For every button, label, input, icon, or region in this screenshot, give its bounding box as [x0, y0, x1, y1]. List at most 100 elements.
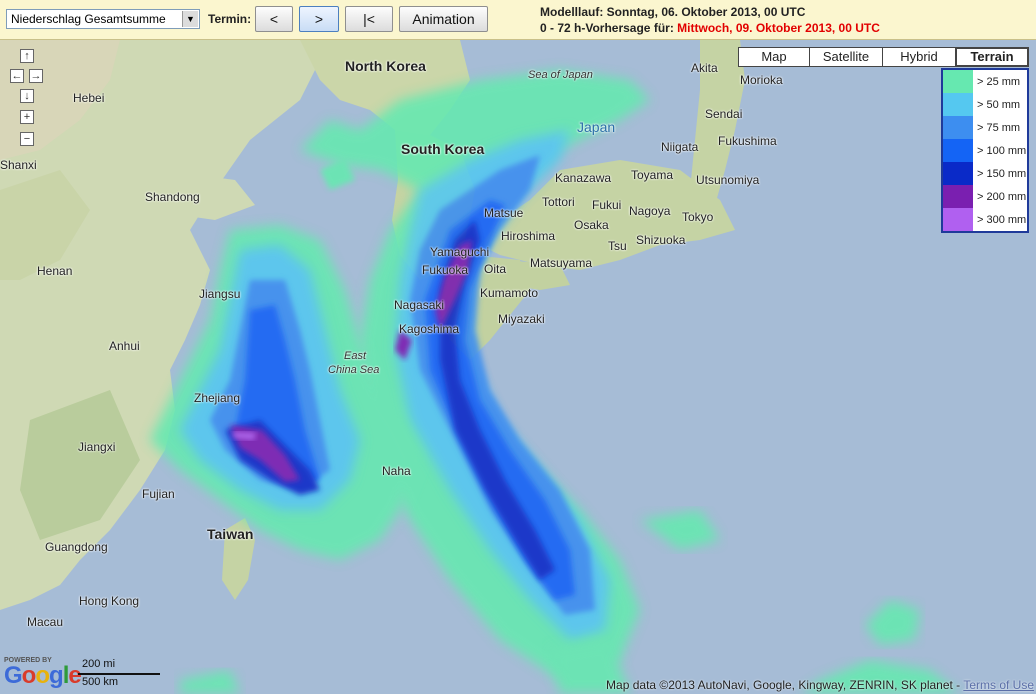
label-shandong: Shandong	[145, 190, 200, 204]
label-matsue: Matsue	[484, 206, 524, 220]
label-naha: Naha	[382, 464, 411, 478]
label-sendai: Sendai	[705, 107, 743, 121]
legend-swatch	[943, 185, 973, 208]
label-tokyo: Tokyo	[682, 210, 714, 224]
label-matsuyama: Matsuyama	[530, 256, 593, 270]
label-fukuoka: Fukuoka	[422, 263, 469, 277]
map-type-satellite[interactable]: Satellite	[809, 47, 883, 67]
scale-km: 500 km	[82, 676, 119, 688]
label-jiangxi: Jiangxi	[78, 440, 116, 454]
chevron-down-icon[interactable]: ▼	[182, 11, 198, 27]
label-fujian: Fujian	[142, 487, 175, 501]
precipitation-legend: > 25 mm > 50 mm > 75 mm > 100 mm > 150 m…	[941, 68, 1029, 233]
map-type-switcher: Map Satellite Hybrid Terrain	[738, 47, 1029, 67]
label-east-china-sea-2: China Sea	[328, 364, 380, 376]
label-tsu: Tsu	[608, 239, 627, 253]
map-type-terrain[interactable]: Terrain	[955, 47, 1029, 67]
label-fukui: Fukui	[592, 198, 622, 212]
legend-label: > 25 mm	[977, 75, 1021, 88]
model-run-text: Modelllauf: Sonntag, 06. Oktober 2013, 0…	[540, 5, 806, 19]
label-kagoshima: Kagoshima	[399, 322, 460, 336]
legend-label: > 300 mm	[977, 213, 1027, 226]
legend-row: > 25 mm	[943, 70, 1027, 93]
label-zhejiang: Zhejiang	[194, 391, 241, 405]
label-shanxi: Shanxi	[0, 158, 37, 172]
toolbar: Niederschlag Gesamtsumme ▼ Termin: < > |…	[0, 0, 1036, 40]
label-nagasaki: Nagasaki	[394, 298, 445, 312]
first-button[interactable]: |<	[345, 6, 393, 32]
zoom-out-icon[interactable]: −	[20, 132, 34, 146]
label-jiangsu: Jiangsu	[199, 287, 241, 301]
terms-of-use-link[interactable]: Terms of Use	[963, 678, 1034, 692]
legend-row: > 200 mm	[943, 185, 1027, 208]
google-wordmark: Google	[4, 662, 82, 689]
label-toyama: Toyama	[631, 168, 674, 182]
google-logo[interactable]: POWERED BY Google	[4, 657, 82, 689]
animation-button[interactable]: Animation	[399, 6, 488, 32]
legend-row: > 50 mm	[943, 93, 1027, 116]
legend-row: > 100 mm	[943, 139, 1027, 162]
legend-swatch	[943, 70, 973, 93]
map-canvas[interactable]: North Korea South Korea Japan Sea of Jap…	[0, 40, 1036, 694]
product-select-value: Niederschlag Gesamtsumme	[11, 12, 166, 26]
label-hiroshima: Hiroshima	[501, 229, 556, 243]
legend-label: > 50 mm	[977, 98, 1021, 111]
legend-row: > 300 mm	[943, 208, 1027, 231]
label-japan: Japan	[577, 119, 616, 135]
label-tottori: Tottori	[542, 195, 575, 209]
label-anhui: Anhui	[109, 339, 140, 353]
label-oita: Oita	[484, 262, 507, 276]
legend-row: > 75 mm	[943, 116, 1027, 139]
label-yamaguchi: Yamaguchi	[430, 245, 490, 259]
scale-miles: 200 mi	[82, 658, 116, 670]
label-hong-kong: Hong Kong	[79, 594, 140, 608]
label-nagoya: Nagoya	[629, 204, 671, 218]
termin-label: Termin:	[208, 12, 252, 26]
label-akita: Akita	[691, 61, 718, 75]
zoom-in-icon[interactable]: +	[20, 110, 34, 124]
legend-row: > 150 mm	[943, 162, 1027, 185]
pan-left-icon[interactable]: ←	[10, 69, 24, 83]
legend-label: > 200 mm	[977, 190, 1027, 203]
legend-swatch	[943, 139, 973, 162]
legend-swatch	[943, 93, 973, 116]
legend-label: > 75 mm	[977, 121, 1021, 134]
label-east-china-sea-1: East	[344, 350, 367, 362]
forecast-value: Mittwoch, 09. Oktober 2013, 00 UTC	[677, 21, 880, 35]
next-button[interactable]: >	[299, 6, 339, 32]
pan-up-icon[interactable]: ↑	[20, 49, 34, 63]
legend-swatch	[943, 208, 973, 231]
legend-label: > 150 mm	[977, 167, 1027, 180]
label-morioka: Morioka	[740, 73, 783, 87]
label-guangdong: Guangdong	[45, 540, 108, 554]
product-select[interactable]: Niederschlag Gesamtsumme ▼	[6, 9, 200, 29]
map-type-map[interactable]: Map	[738, 47, 810, 67]
legend-label: > 100 mm	[977, 144, 1027, 157]
legend-swatch	[943, 162, 973, 185]
label-sea-of-japan: Sea of Japan	[528, 69, 593, 81]
label-kumamoto: Kumamoto	[480, 286, 539, 300]
label-henan: Henan	[37, 264, 73, 278]
scale-bar: 200 mi 500 km	[78, 658, 160, 690]
label-miyazaki: Miyazaki	[498, 312, 545, 326]
label-osaka: Osaka	[574, 218, 609, 232]
map-data-text: Map data ©2013 AutoNavi, Google, Kingway…	[606, 678, 961, 692]
map-type-hybrid[interactable]: Hybrid	[882, 47, 956, 67]
label-hebei: Hebei	[73, 91, 105, 105]
pan-down-icon[interactable]: ↓	[20, 89, 34, 103]
scale-line	[78, 673, 160, 675]
label-taiwan: Taiwan	[207, 526, 254, 542]
label-kanazawa: Kanazawa	[555, 171, 612, 185]
label-south-korea: South Korea	[401, 141, 485, 157]
prev-button[interactable]: <	[255, 6, 293, 32]
map-attribution: Map data ©2013 AutoNavi, Google, Kingway…	[606, 678, 1034, 692]
pan-right-icon[interactable]: →	[29, 69, 43, 83]
map-background	[0, 40, 1036, 694]
label-shizuoka: Shizuoka	[636, 233, 686, 247]
label-utsunomiya: Utsunomiya	[696, 173, 760, 187]
forecast-text: 0 - 72 h-Vorhersage für: Mittwoch, 09. O…	[540, 21, 880, 35]
label-macau: Macau	[27, 615, 64, 629]
label-niigata: Niigata	[661, 140, 699, 154]
forecast-label: 0 - 72 h-Vorhersage für:	[540, 21, 674, 35]
label-north-korea: North Korea	[345, 58, 426, 74]
